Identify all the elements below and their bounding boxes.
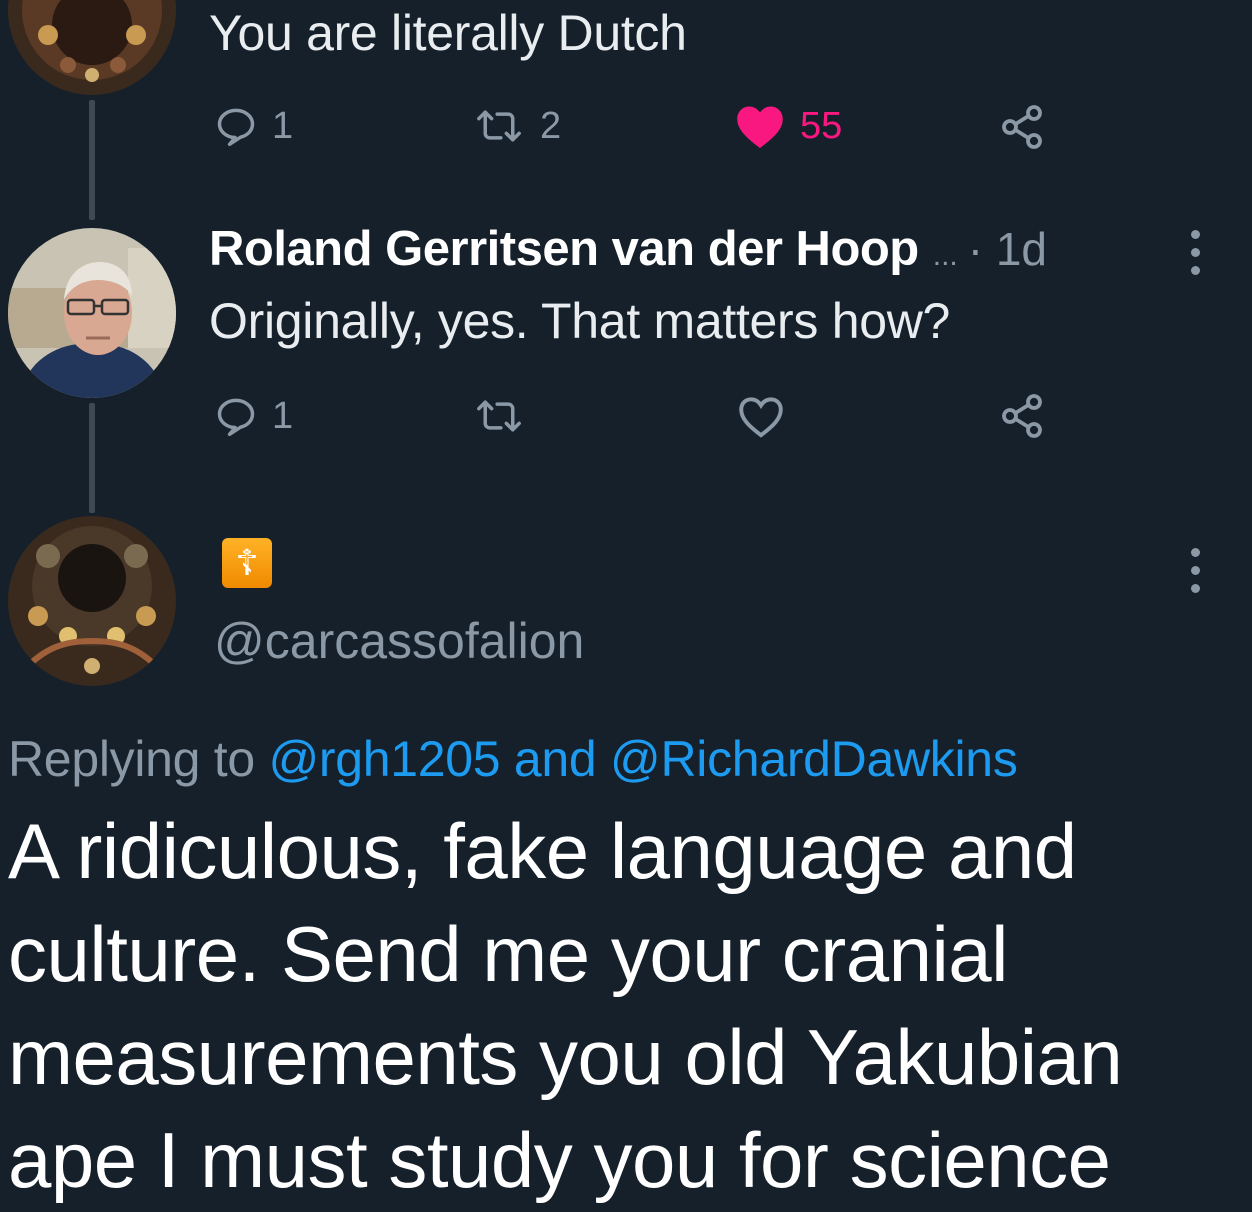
tweet-text-line: A ridiculous, fake language and: [8, 807, 1077, 895]
user-handle[interactable]: @carcassofalion: [214, 612, 584, 670]
avatar-roland[interactable]: [8, 228, 176, 398]
reply-count: 1: [272, 394, 294, 437]
reply-icon: [217, 108, 255, 147]
mention-link[interactable]: @RichardDawkins: [610, 731, 1018, 787]
tweet-header: Roland Gerritsen van der Hoop ... · 1d: [209, 221, 1047, 277]
share-button[interactable]: [998, 103, 1046, 151]
retweet-count: 2: [540, 104, 562, 147]
reply-count: 1: [272, 104, 294, 147]
tweet-text-line: culture. Send me your cranial: [8, 910, 1009, 998]
reply-button[interactable]: 1: [214, 394, 293, 438]
tweet-text-line: ape I must study you for science: [8, 1116, 1111, 1204]
avatar-carcassofalion-top[interactable]: [8, 0, 176, 95]
more-options-icon[interactable]: [1190, 230, 1200, 275]
mention-link[interactable]: @rgh1205: [268, 731, 500, 787]
like-count: 55: [800, 104, 843, 147]
name-ellipsis: ...: [932, 239, 958, 272]
display-name[interactable]: Roland Gerritsen van der Hoop: [209, 221, 919, 277]
replying-to: Replying to @rgh1205 and @RichardDawkins: [8, 730, 1018, 788]
tweet-text: Originally, yes. That matters how?: [209, 293, 951, 349]
thread-line: [89, 403, 95, 513]
retweet-button[interactable]: [472, 394, 526, 438]
avatar-carcassofalion[interactable]: [8, 516, 176, 686]
like-button[interactable]: [736, 393, 786, 439]
reply-button[interactable]: 1: [214, 104, 293, 148]
replying-to-label: Replying to: [8, 731, 255, 787]
share-icon: [1002, 394, 1042, 438]
heart-filled-icon: [737, 106, 783, 149]
thread-line: [89, 100, 95, 220]
timestamp[interactable]: · 1d: [968, 222, 1047, 276]
orthodox-cross-emoji: ☦: [222, 538, 272, 588]
and-word: and: [513, 731, 597, 787]
tweet-text: You are literally Dutch: [209, 5, 687, 61]
retweet-button[interactable]: 2: [472, 104, 561, 148]
retweet-icon: [477, 400, 521, 432]
share-button[interactable]: [998, 392, 1046, 440]
share-icon: [1002, 105, 1042, 149]
retweet-icon: [477, 110, 521, 142]
tweet-body: A ridiculous, fake language and culture.…: [8, 800, 1123, 1212]
heart-icon: [739, 397, 783, 438]
tweet-text-line: measurements you old Yakubian: [8, 1013, 1123, 1101]
reply-icon: [217, 398, 255, 437]
like-button[interactable]: 55: [734, 102, 842, 150]
more-options-icon[interactable]: [1190, 548, 1200, 593]
